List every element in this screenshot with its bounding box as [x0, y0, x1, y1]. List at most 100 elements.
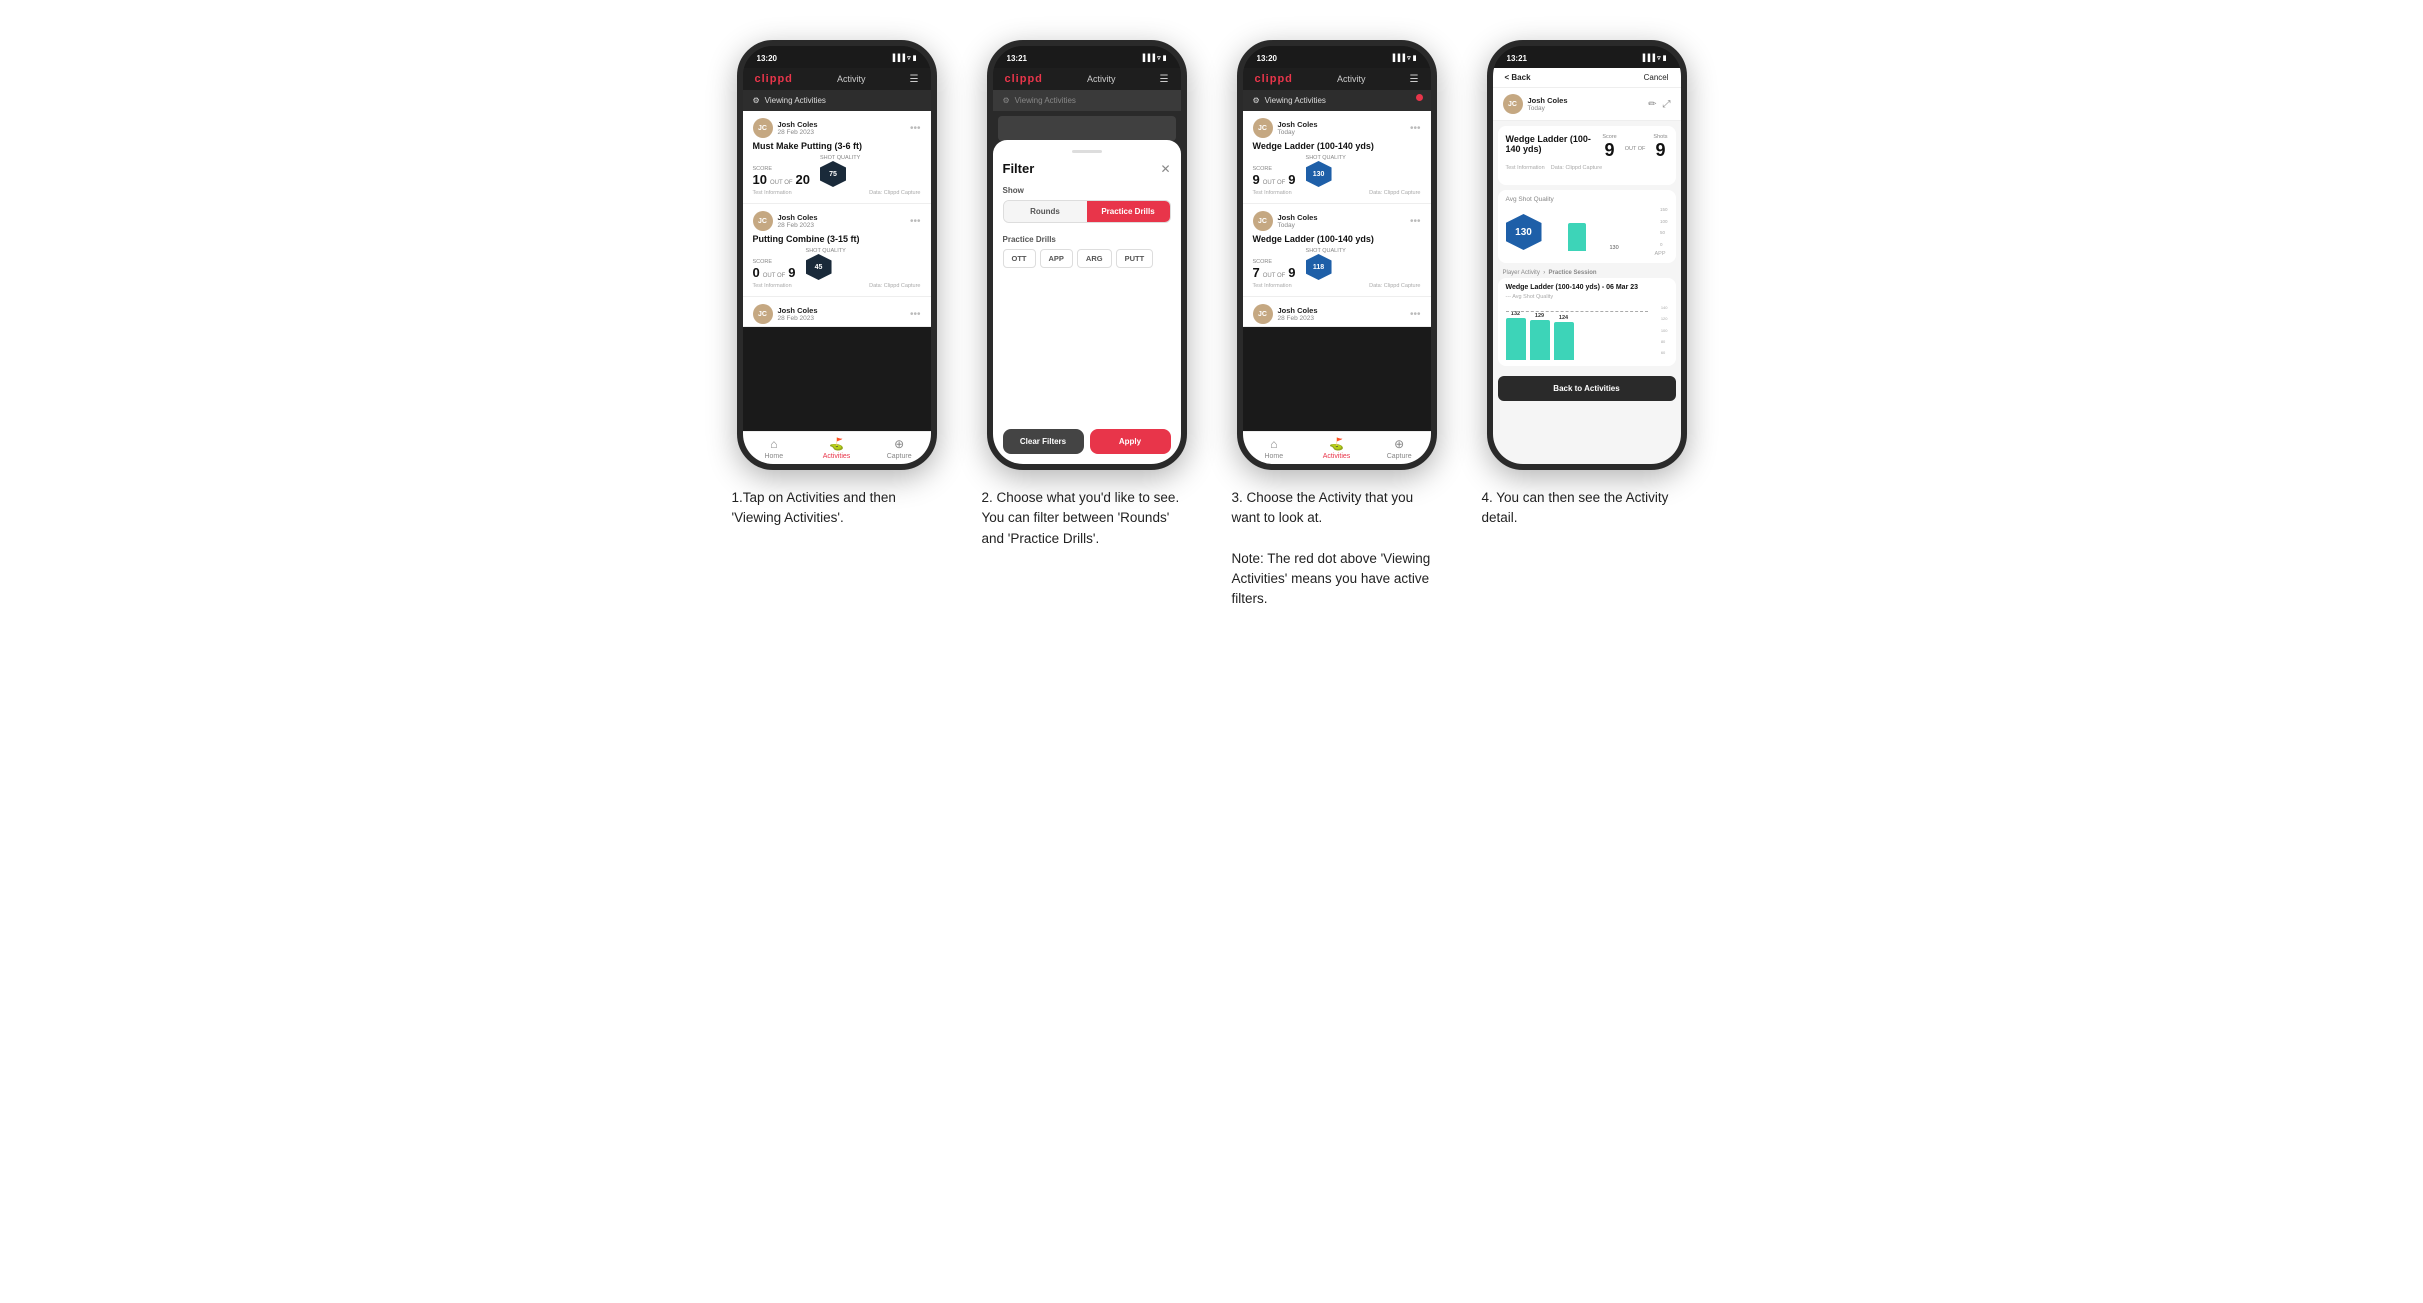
phone3-card2-outof: OUT OF	[1263, 273, 1286, 279]
phone3-card1-dots[interactable]: •••	[1410, 123, 1421, 134]
phone3-card2-dots[interactable]: •••	[1410, 216, 1421, 227]
phone3-nav-home[interactable]: ⌂ Home	[1243, 432, 1306, 464]
phone3-viewing-activities-bar[interactable]: ⚙ Viewing Activities	[1243, 90, 1431, 111]
filter-close-icon[interactable]: ✕	[1160, 162, 1170, 176]
phone3-time: 13:20	[1257, 54, 1277, 63]
bar-y-80: 80	[1661, 339, 1668, 344]
cancel-button[interactable]: Cancel	[1644, 73, 1669, 82]
phone3-card2-title: Wedge Ladder (100-140 yds)	[1253, 234, 1421, 244]
filter-rounds-btn[interactable]: Rounds	[1004, 201, 1087, 222]
phone1-viewing-activities-bar[interactable]: ⚙ Viewing Activities	[743, 90, 931, 111]
mini-bar	[1568, 223, 1586, 251]
phone1-card3-dots[interactable]: •••	[910, 309, 921, 320]
phone3-card2-userinfo: Josh Coles Today	[1278, 213, 1318, 229]
phone1-card2-avatar: JC	[753, 211, 773, 231]
phone3-nav-activities[interactable]: ⛳ Activities	[1305, 432, 1368, 464]
phone4-app-label: APP	[1548, 251, 1668, 257]
phone4-y-axis: 150 100 50 0	[1660, 207, 1668, 247]
phone3-card3-avatar: JC	[1253, 304, 1273, 324]
phone1-card2-dots[interactable]: •••	[910, 216, 921, 227]
filter-practice-drills-label: Practice Drills	[1003, 235, 1171, 244]
phone1-card2-score-num: 0	[753, 265, 760, 280]
apply-filter-button[interactable]: Apply	[1090, 429, 1171, 454]
phone1-status-bar: 13:20 ▐▐▐ ▿ ▮	[743, 46, 931, 68]
back-button[interactable]: < Back	[1505, 73, 1531, 82]
phone1-activity-list: JC Josh Coles 28 Feb 2023 ••• Must Make …	[743, 111, 931, 431]
phone4-score-card: Wedge Ladder (100-140 yds) Score 9 OUT O…	[1498, 126, 1676, 185]
phone4-detail-content: JC Josh Coles Today ✏ ⤢	[1493, 88, 1681, 464]
phone2-nav-title: Activity	[1087, 74, 1116, 84]
phone3-card-2[interactable]: JC Josh Coles Today ••• Wedge Ladder (10…	[1243, 204, 1431, 297]
phone1-card2-username: Josh Coles	[778, 213, 818, 222]
phone1-nav-activities[interactable]: ⛳ Activities	[805, 432, 868, 464]
phone2-battery-icon: ▮	[1163, 54, 1167, 62]
back-to-activities-button[interactable]: Back to Activities	[1498, 376, 1676, 401]
bar-val-2: 129	[1535, 313, 1544, 319]
phone1-nav-capture-label: Capture	[887, 453, 912, 460]
phone-4-column: 13:21 ▐▐▐ ▿ ▮ < Back Cancel JC	[1477, 40, 1697, 529]
phone4-avatar: JC	[1503, 94, 1523, 114]
phone3-activity-list: JC Josh Coles Today ••• Wedge Ladder (10…	[1243, 111, 1431, 431]
phone1-menu-icon[interactable]: ☰	[910, 74, 919, 85]
edit-icon[interactable]: ✏	[1648, 99, 1656, 110]
phone3-menu-icon[interactable]: ☰	[1410, 74, 1419, 85]
bar-group-2: 129	[1530, 313, 1550, 360]
phone4-user-name: Josh Coles	[1528, 96, 1568, 105]
phone4-avg-sq-value: 130	[1515, 227, 1532, 238]
phone1-nav-capture[interactable]: ⊕ Capture	[868, 432, 931, 464]
phone3-card3-dots[interactable]: •••	[1410, 309, 1421, 320]
phone3-card2-test-info: Test Information	[1253, 283, 1292, 289]
phone1-card1-date: 28 Feb 2023	[778, 129, 818, 136]
phone2-inner: ⚙ Viewing Activities Filter ✕ Show	[993, 90, 1181, 464]
phone3-card-1[interactable]: JC Josh Coles Today ••• Wedge Ladder (10…	[1243, 111, 1431, 204]
phone3-viewing-activities-label: Viewing Activities	[1265, 96, 1326, 105]
filter-chip-putt[interactable]: PUTT	[1116, 249, 1154, 268]
phone3-card1-title: Wedge Ladder (100-140 yds)	[1253, 141, 1421, 151]
phone1-card-1[interactable]: JC Josh Coles 28 Feb 2023 ••• Must Make …	[743, 111, 931, 204]
phone1-card2-user: JC Josh Coles 28 Feb 2023	[753, 211, 818, 231]
phone3-status-icons: ▐▐▐ ▿ ▮	[1390, 54, 1416, 62]
clear-filters-button[interactable]: Clear Filters	[1003, 429, 1084, 454]
phone1-card1-user: JC Josh Coles 28 Feb 2023	[753, 118, 818, 138]
phone3-nav-title: Activity	[1337, 74, 1366, 84]
phone1-card1-dots[interactable]: •••	[910, 123, 921, 134]
phone3-card-3: JC Josh Coles 28 Feb 2023 •••	[1243, 297, 1431, 327]
phone2-wifi-icon: ▿	[1157, 54, 1161, 62]
phone3-card1-score-num: 9	[1253, 172, 1260, 187]
phone3-card1-outof-num: 9	[1288, 172, 1295, 187]
phone1-card2-outof: OUT OF	[763, 273, 786, 279]
phone1-card2-data-source: Data: Clippd Capture	[869, 283, 920, 289]
bar-y-60: 60	[1661, 350, 1668, 355]
phone4-signal-icon: ▐▐▐	[1640, 55, 1655, 62]
phone3-card2-sq-value: 118	[1313, 264, 1324, 271]
bar-y-140: 140	[1661, 305, 1668, 310]
phone3-card2-outof-num: 9	[1288, 265, 1295, 280]
filter-header: Filter ✕	[1003, 161, 1171, 176]
phone3-nav-home-label: Home	[1264, 453, 1283, 460]
expand-icon[interactable]: ⤢	[1663, 99, 1671, 110]
y-label-0: 0	[1660, 242, 1668, 247]
battery-icon: ▮	[913, 54, 917, 62]
phone3-card1-header: JC Josh Coles Today •••	[1253, 118, 1421, 138]
phone3-nav-capture[interactable]: ⊕ Capture	[1368, 432, 1431, 464]
phone1-card1-sq-group: Shot Quality 75	[820, 155, 860, 187]
phone4-drill-title: Wedge Ladder (100-140 yds)	[1506, 134, 1596, 161]
phone1-card-2[interactable]: JC Josh Coles 28 Feb 2023 ••• Putting Co…	[743, 204, 931, 297]
filter-chip-ott[interactable]: OTT	[1003, 249, 1036, 268]
phone3-card1-score-value: 9 OUT OF 9	[1253, 172, 1296, 187]
phone3-home-icon: ⌂	[1270, 437, 1277, 451]
phone4-mini-chart: 150 100 50 0 1	[1548, 207, 1668, 257]
phone3-nav-bar: clippd Activity ☰	[1243, 68, 1431, 90]
filter-chip-app[interactable]: APP	[1040, 249, 1073, 268]
phone2-status-bar: 13:21 ▐▐▐ ▿ ▮	[993, 46, 1181, 68]
filter-chip-arg[interactable]: ARG	[1077, 249, 1112, 268]
phone3-card1-data-source: Data: Clippd Capture	[1369, 190, 1420, 196]
phone4-score-num: 9	[1605, 140, 1615, 161]
phone1-nav-home[interactable]: ⌂ Home	[743, 432, 806, 464]
caption-3: 3. Choose the Activity that you want to …	[1232, 488, 1442, 610]
phone2-menu-icon[interactable]: ☰	[1160, 74, 1169, 85]
filter-practice-drills-btn[interactable]: Practice Drills	[1087, 201, 1170, 222]
phone4-test-info: Test Information	[1506, 165, 1545, 171]
phone4-avg-sq-label: Avg Shot Quality	[1506, 196, 1668, 203]
phone1-card1-header: JC Josh Coles 28 Feb 2023 •••	[753, 118, 921, 138]
